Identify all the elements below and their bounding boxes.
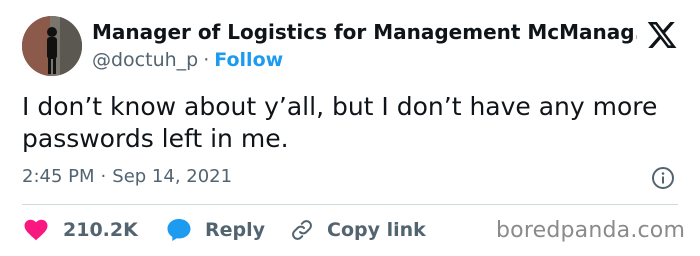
author-handle-row: @doctuh_p · Follow bbox=[92, 47, 283, 73]
tweet-time[interactable]: 2:45 PM bbox=[22, 166, 95, 187]
tweet-text: I don’t know about y’all, but I don’t ha… bbox=[22, 92, 658, 153]
reply-label: Reply bbox=[205, 219, 266, 241]
tweet-date[interactable]: Sep 14, 2021 bbox=[112, 166, 232, 187]
reply-button[interactable]: Reply bbox=[166, 216, 265, 244]
x-logo-icon[interactable] bbox=[645, 19, 679, 51]
link-icon bbox=[292, 220, 312, 240]
like-button[interactable]: 210.2K bbox=[24, 216, 138, 244]
info-icon[interactable] bbox=[651, 166, 675, 190]
follow-link[interactable]: Follow bbox=[214, 49, 283, 71]
divider bbox=[22, 204, 678, 205]
copy-link-label: Copy link bbox=[327, 219, 426, 241]
author-handle[interactable]: @doctuh_p bbox=[92, 49, 198, 71]
meta-separator: · bbox=[100, 166, 107, 187]
avatar[interactable] bbox=[22, 16, 82, 76]
tweet-meta: 2:45 PM · Sep 14, 2021 bbox=[22, 164, 232, 190]
author-display-name[interactable]: Manager of Logistics for Management McMa… bbox=[92, 19, 637, 45]
watermark: boredpanda.com bbox=[496, 218, 686, 243]
like-count: 210.2K bbox=[63, 219, 138, 241]
reply-bubble-icon bbox=[167, 219, 191, 241]
heart-icon bbox=[24, 219, 48, 241]
handle-separator: · bbox=[203, 49, 210, 71]
copy-link-button[interactable]: Copy link bbox=[290, 216, 426, 244]
